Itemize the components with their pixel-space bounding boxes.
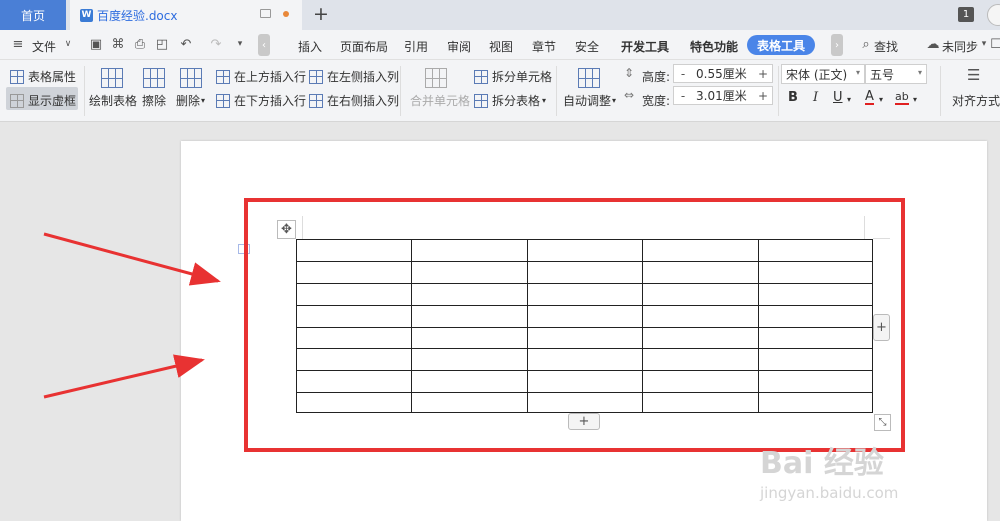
baidu-watermark: Bai 经验 jingyan.baidu.com — [760, 438, 898, 502]
annotation-arrow — [43, 354, 205, 399]
annotation-arrow — [43, 232, 221, 286]
watermark-line1: Bai 经验 — [760, 446, 884, 481]
watermark-line2: jingyan.baidu.com — [760, 484, 899, 502]
